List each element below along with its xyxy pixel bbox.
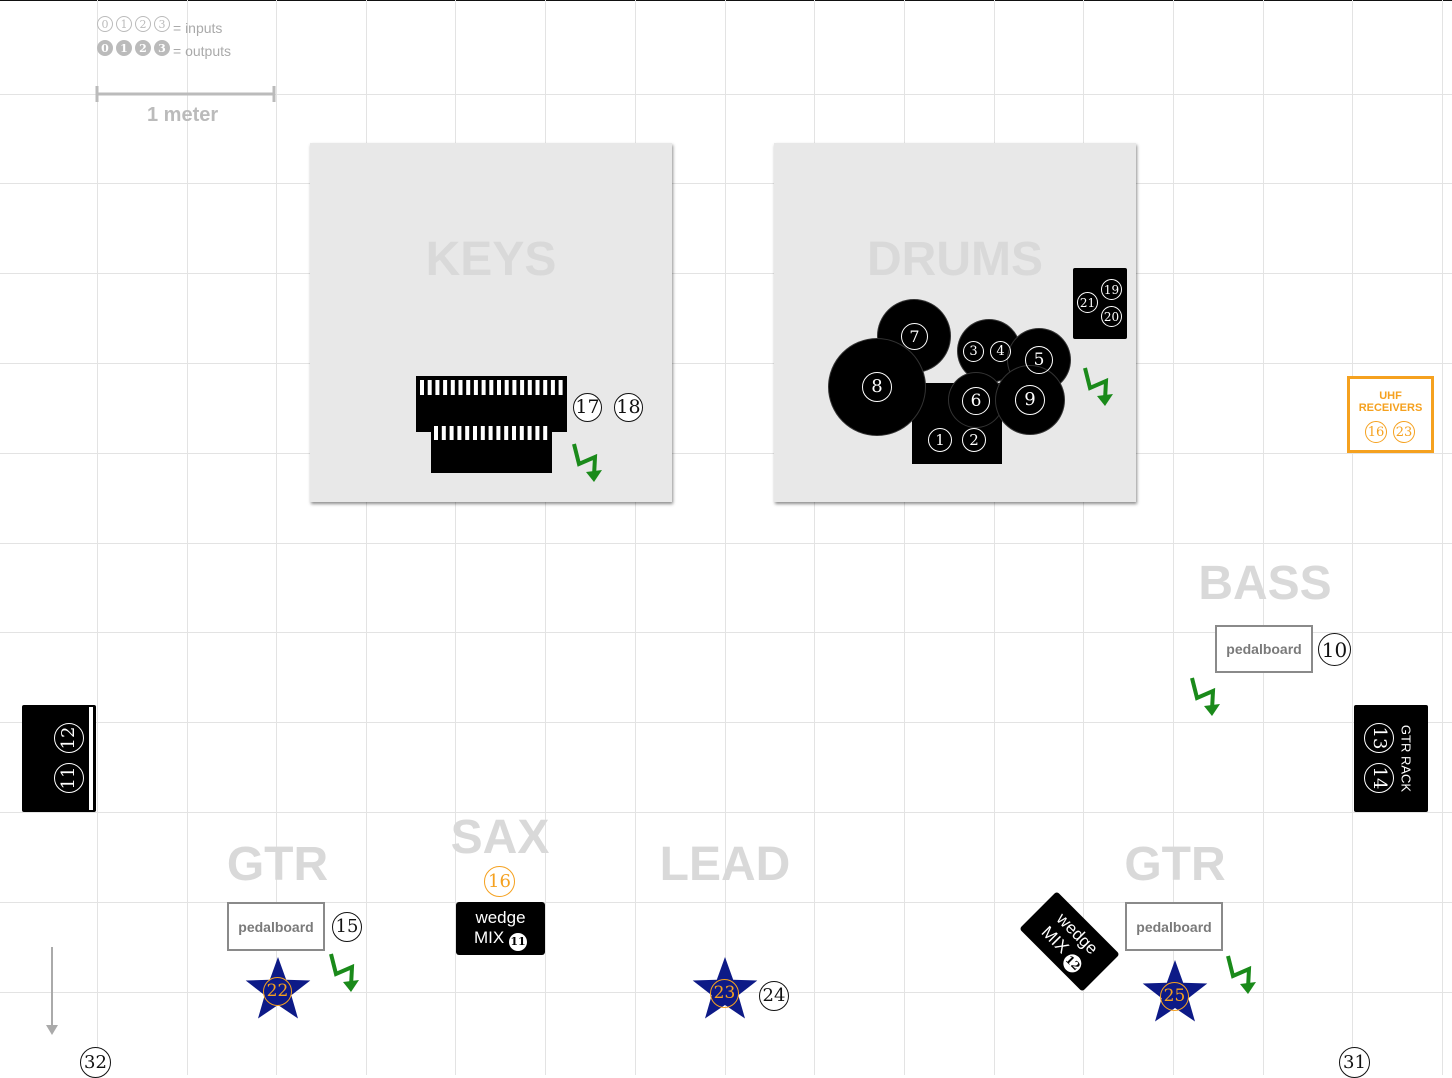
legend-outputs-label: = outputs (173, 43, 231, 59)
keyboard-icon (416, 376, 567, 473)
gtr-left-label: GTR (226, 838, 329, 891)
legend-input-0: 0 (97, 16, 113, 32)
legend-input-2: 2 (135, 16, 151, 32)
sax-wedge-line1: wedge (475, 908, 526, 927)
lead-input-24: 24 (759, 981, 789, 1011)
drum-input-19: 19 (1101, 279, 1122, 300)
power-outlet-icon (329, 953, 359, 992)
drum-input-20: 20 (1101, 306, 1122, 327)
grid-line-horizontal (0, 812, 1452, 813)
gtr-amp (22, 705, 96, 812)
bass-input-10: 10 (1318, 633, 1351, 666)
sax-wedge-output-11: 11 (508, 932, 527, 951)
keys-input-18: 18 (614, 393, 643, 422)
grid-line-vertical (1442, 0, 1443, 1075)
corner-right-31: 31 (1339, 1047, 1370, 1078)
grid-line-horizontal (0, 722, 1452, 723)
drum-input-5: 5 (1025, 346, 1053, 374)
gtr-rack-input-14: 14 (1364, 763, 1394, 793)
gtr-rack-input-13: 13 (1364, 723, 1394, 753)
down-arrow-icon (46, 947, 58, 1035)
gtr-rack (1354, 705, 1428, 812)
uhf-input-23: 23 (1393, 421, 1415, 443)
uhf-line1: UHF (1379, 390, 1402, 402)
gtr-right-label: GTR (1124, 838, 1226, 891)
legend-input-3: 3 (154, 16, 170, 32)
grid-line-horizontal (0, 902, 1452, 903)
grid-line-horizontal (0, 273, 1452, 274)
grid-line-vertical (1352, 0, 1353, 1075)
power-outlet-icon (1226, 955, 1256, 994)
lead-label: LEAD (659, 838, 791, 891)
gtr-left-input-15: 15 (332, 912, 362, 942)
sax-wedge: wedge MIX 11 (456, 902, 545, 955)
gtr-left-star-22: 22 (263, 977, 292, 1006)
power-outlet-icon (572, 443, 602, 482)
top-border (0, 0, 1452, 1)
drum-input-2: 2 (962, 428, 986, 452)
drum-input-4: 4 (990, 341, 1011, 362)
legend-inputs-label: = inputs (173, 20, 223, 36)
grid-line-vertical (1263, 0, 1264, 1075)
lead-star-23: 23 (710, 979, 739, 1008)
uhf-receivers: UHF RECEIVERS (1347, 376, 1434, 453)
grid-line-horizontal (0, 183, 1452, 184)
uhf-line2: RECEIVERS (1358, 402, 1423, 414)
gtr-right-wedge: wedge MIX 12 (1019, 891, 1120, 992)
bass-label: BASS (1198, 557, 1332, 610)
gtr-amp-label: GTR AMP (2, 722, 17, 782)
grid-line-vertical (97, 0, 98, 1075)
gtr-amp-edge (89, 707, 93, 810)
drum-input-9: 9 (1015, 385, 1045, 415)
gtr-amp-input-12: 12 (54, 723, 84, 753)
sax-wedge-line2-row: MIX 11 (456, 928, 545, 951)
drum-input-6: 6 (962, 387, 990, 415)
legend-output-3: 3 (154, 40, 170, 56)
legend-input-1: 1 (116, 16, 132, 32)
sax-wedge-line2: MIX (474, 928, 505, 947)
grid-line-vertical (725, 0, 726, 1075)
gtr-left-pedalboard: pedalboard (227, 902, 325, 951)
keys-input-17: 17 (573, 393, 602, 422)
drum-input-3: 3 (963, 341, 984, 362)
scale-bar-icon (95, 86, 276, 102)
sax-label: SAX (450, 811, 550, 864)
stage-plot: 0 1 2 3 = inputs 0 1 2 3 = outputs 1 met… (0, 0, 1452, 1078)
bass-pedalboard: pedalboard (1215, 625, 1313, 673)
grid-line-horizontal (0, 543, 1452, 544)
keys-label: KEYS (425, 233, 557, 286)
drum-input-8: 8 (862, 372, 892, 402)
corner-left-32: 32 (80, 1047, 111, 1078)
legend-output-2: 2 (135, 40, 151, 56)
legend-output-0: 0 (97, 40, 113, 56)
grid-line-horizontal (0, 453, 1452, 454)
gtr-right-pedalboard: pedalboard (1125, 902, 1223, 951)
grid-line-horizontal (0, 363, 1452, 364)
legend-output-1: 1 (116, 40, 132, 56)
drum-input-21: 21 (1077, 292, 1098, 313)
gtr-right-star-25: 25 (1160, 982, 1189, 1011)
power-outlet-icon (1083, 367, 1113, 406)
sax-input-16: 16 (484, 866, 515, 897)
gtr-amp-input-11: 11 (54, 763, 84, 793)
power-outlet-icon (1190, 677, 1220, 716)
uhf-input-16: 16 (1365, 421, 1387, 443)
scale-label: 1 meter (147, 104, 219, 126)
drum-input-7: 7 (901, 323, 928, 350)
grid-line-vertical (187, 0, 188, 1075)
gtr-rack-label: GTR RACK (1398, 724, 1414, 793)
drum-input-1: 1 (928, 428, 952, 452)
gtr-right-wedge-output-12: 12 (1059, 950, 1086, 976)
